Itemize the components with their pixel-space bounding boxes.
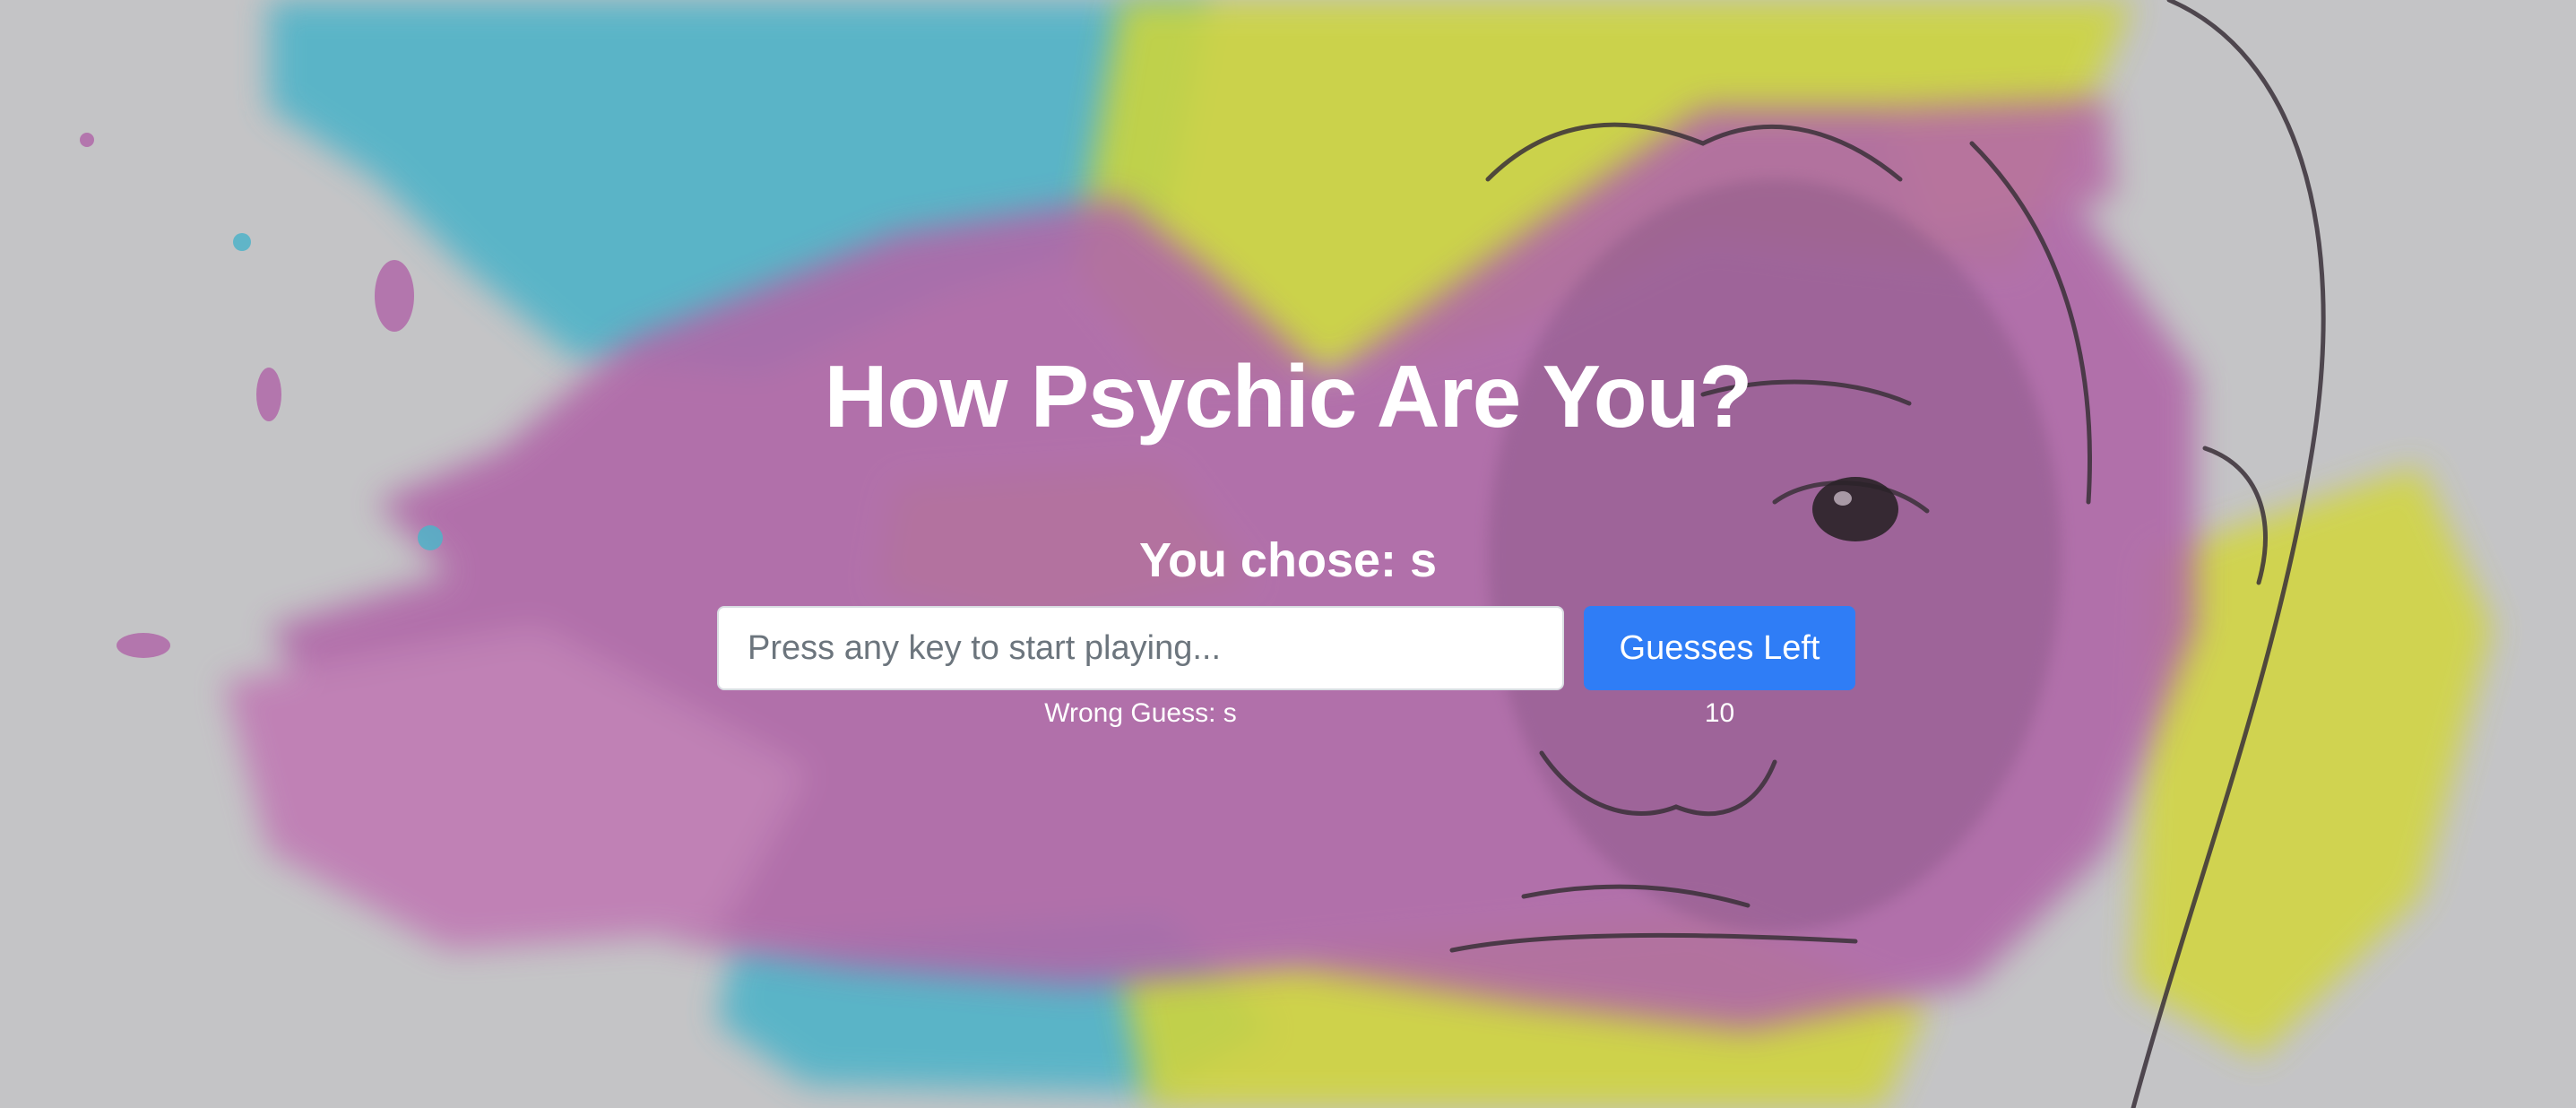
guesses-left-button[interactable]: Guesses Left [1584, 606, 1855, 690]
page-title: How Psychic Are You? [824, 347, 1753, 446]
key-input[interactable] [717, 606, 1564, 690]
page: How Psychic Are You? You chose: s Guesse… [0, 0, 2576, 1108]
wrong-guess-text: Wrong Guess: s [1044, 698, 1237, 728]
you-chose-text: You chose: s [1138, 533, 1438, 587]
guesses-left-count: 10 [1704, 698, 1735, 728]
game-panel: How Psychic Are You? You chose: s Guesse… [0, 0, 2576, 1108]
